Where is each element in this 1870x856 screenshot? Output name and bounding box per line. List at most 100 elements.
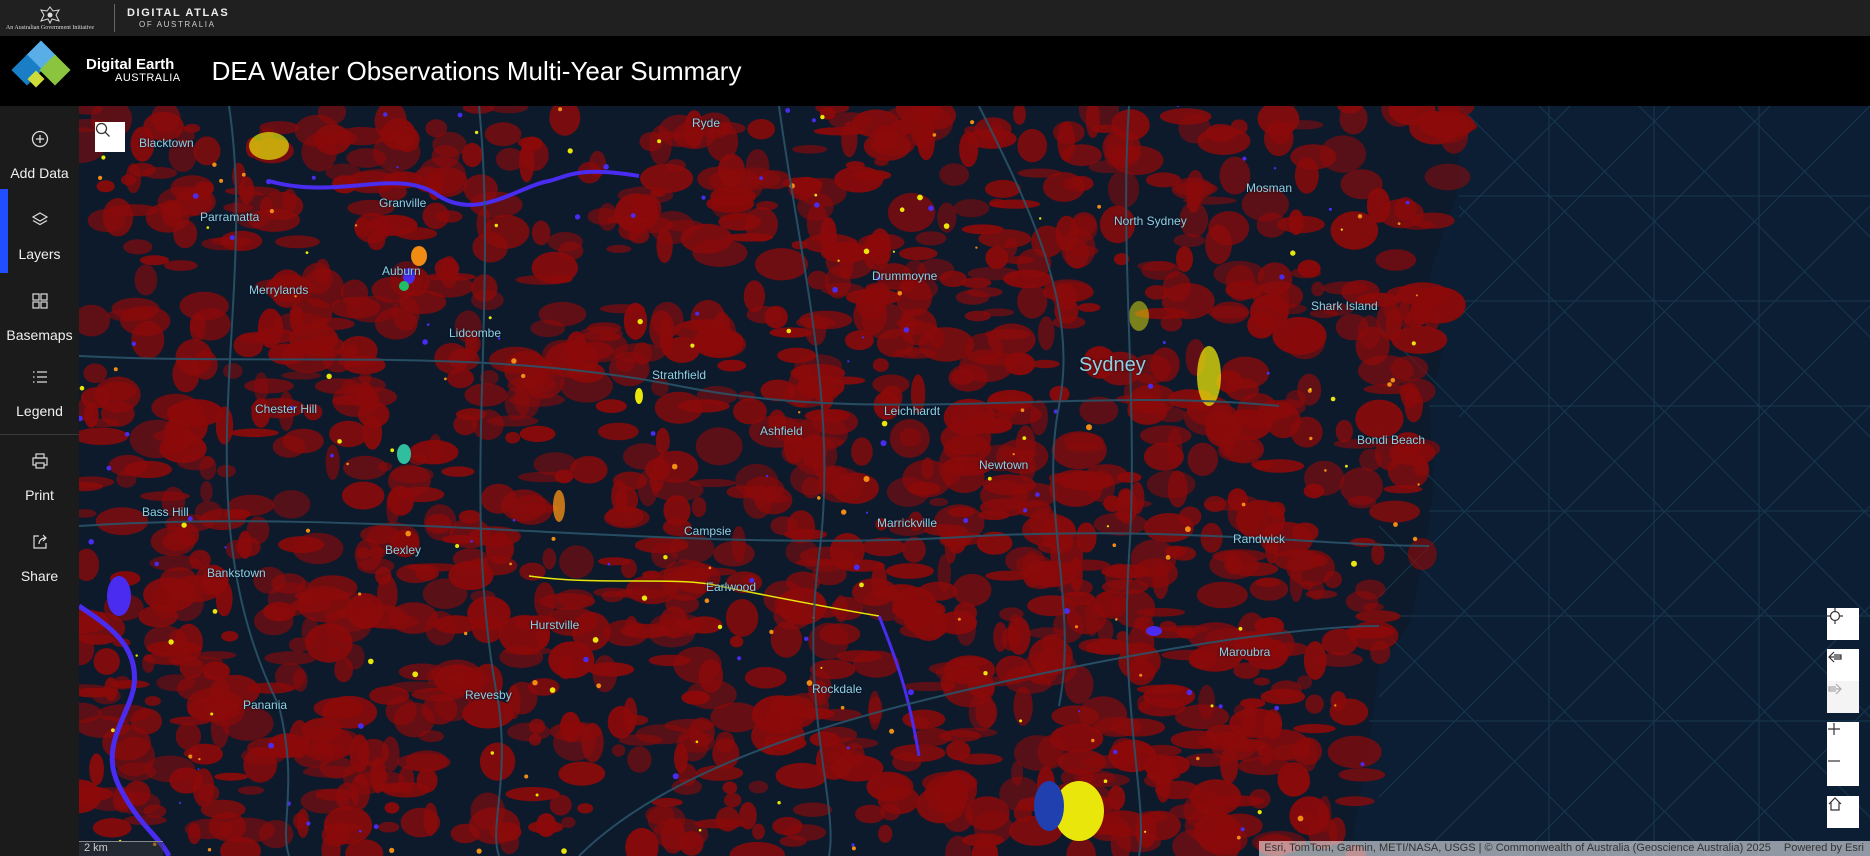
water-observation-dot	[330, 453, 334, 458]
urban-water-blob	[1013, 106, 1026, 125]
water-observation-dot	[181, 522, 187, 528]
sidebar-item-print[interactable]: Print	[0, 450, 79, 503]
water-observation-dot	[1240, 827, 1245, 832]
urban-water-blob	[219, 817, 276, 843]
locate-button[interactable]	[1827, 608, 1859, 640]
water-observation-dot	[957, 617, 961, 621]
sidebar-item-share[interactable]: Share	[0, 531, 79, 584]
water-observation-dot	[1148, 383, 1154, 389]
urban-water-blob	[1290, 267, 1321, 279]
sidebar-item-layers[interactable]: Layers	[0, 189, 79, 273]
urban-water-blob	[528, 820, 564, 834]
water-observation-dot	[1417, 483, 1420, 486]
urban-water-blob	[1156, 407, 1186, 423]
sidebar-item-label: Basemaps	[6, 327, 73, 343]
urban-water-blob	[237, 786, 265, 795]
urban-water-blob	[395, 227, 438, 240]
urban-water-blob	[333, 127, 390, 146]
coat-of-arms-icon	[40, 5, 60, 24]
urban-water-blob	[341, 481, 385, 510]
urban-water-blob	[1159, 621, 1177, 631]
map-label: Earlwood	[706, 580, 757, 594]
water-observation-dot	[630, 213, 636, 218]
water-observation-dot	[1103, 779, 1108, 783]
urban-water-blob	[792, 145, 828, 154]
urban-water-blob	[872, 358, 889, 372]
urban-water-blob	[813, 127, 867, 136]
urban-water-blob	[358, 372, 372, 385]
water-observation-dot	[179, 801, 182, 805]
urban-water-blob	[1205, 224, 1232, 265]
urban-water-blob	[221, 631, 239, 642]
dea-logo[interactable]	[0, 36, 80, 106]
water-observation-dot	[863, 248, 870, 255]
urban-water-blob	[645, 805, 675, 825]
urban-water-blob	[307, 575, 358, 600]
urban-water-blob	[441, 466, 475, 477]
home-button[interactable]	[1827, 796, 1859, 828]
urban-water-blob	[200, 481, 213, 502]
urban-water-blob	[939, 769, 978, 809]
urban-water-blob	[752, 823, 765, 840]
urban-water-blob	[187, 823, 201, 845]
sidebar-item-legend[interactable]: Legend	[0, 366, 79, 419]
urban-water-blob	[199, 456, 217, 480]
urban-water-blob	[855, 804, 886, 824]
urban-water-blob	[1350, 537, 1376, 547]
map-canvas[interactable]	[79, 106, 1870, 856]
urban-water-blob	[623, 443, 665, 470]
urban-water-blob	[354, 212, 392, 244]
page-title: DEA Water Observations Multi-Year Summar…	[211, 55, 742, 86]
urban-water-blob	[1207, 305, 1250, 319]
water-observation-dot	[899, 207, 905, 212]
urban-water-blob	[691, 496, 707, 518]
water-observation-dot	[88, 539, 94, 545]
urban-water-blob	[198, 784, 220, 803]
urban-water-blob	[793, 802, 833, 817]
search-button[interactable]	[95, 122, 125, 152]
urban-water-blob	[152, 429, 199, 443]
water-observation-dot	[1078, 710, 1081, 713]
urban-water-blob	[484, 122, 522, 147]
water-observation-dot	[1144, 830, 1147, 833]
map-label: Panania	[243, 698, 288, 712]
zoom-out-button[interactable]	[1827, 754, 1859, 786]
water-observation-dot	[1177, 106, 1179, 108]
urban-water-blob	[725, 599, 759, 637]
urban-water-blob	[966, 287, 1003, 298]
water-observation-dot	[1279, 274, 1285, 280]
urban-water-blob	[953, 602, 977, 624]
urban-water-blob	[289, 305, 304, 333]
water-observation-dot	[354, 224, 358, 227]
water-observation-dot	[1238, 626, 1243, 631]
urban-water-blob	[908, 481, 941, 496]
water-observation-dot	[846, 746, 850, 750]
urban-water-blob	[314, 378, 362, 394]
water-observation-dot	[224, 546, 227, 549]
urban-water-blob	[468, 807, 521, 845]
urban-water-blob	[1002, 256, 1034, 265]
water-observation-dot	[663, 555, 668, 560]
urban-water-blob	[999, 607, 1024, 621]
water-observation-dot	[212, 609, 218, 614]
urban-water-blob	[1289, 796, 1330, 836]
sidebar-item-add-data[interactable]: Add Data	[0, 128, 79, 181]
water-observation-dot	[390, 448, 395, 453]
previous-extent-button[interactable]	[1827, 649, 1859, 681]
map-view[interactable]: Ryde Mosman North Sydney Drummoyne Shark…	[79, 106, 1870, 856]
water-observation-dot	[859, 582, 864, 588]
urban-water-blob	[964, 310, 991, 322]
urban-water-blob	[904, 346, 922, 358]
water-observation-dot	[1328, 207, 1332, 211]
urban-water-blob	[899, 428, 922, 447]
zoom-in-button[interactable]	[1827, 722, 1859, 754]
urban-water-blob	[335, 782, 360, 811]
next-extent-button[interactable]	[1827, 681, 1859, 713]
map-label: Maroubra	[1219, 645, 1271, 659]
water-observation-dot	[476, 848, 482, 854]
digital-atlas-brand[interactable]: DIGITAL ATLAS OF AUSTRALIA	[127, 7, 229, 29]
sidebar-item-basemaps[interactable]: Basemaps	[0, 290, 79, 343]
powered-by-esri[interactable]: Powered by Esri	[1784, 842, 1864, 854]
water-observation-dot	[549, 687, 556, 693]
water-observation-dot	[1241, 502, 1246, 507]
